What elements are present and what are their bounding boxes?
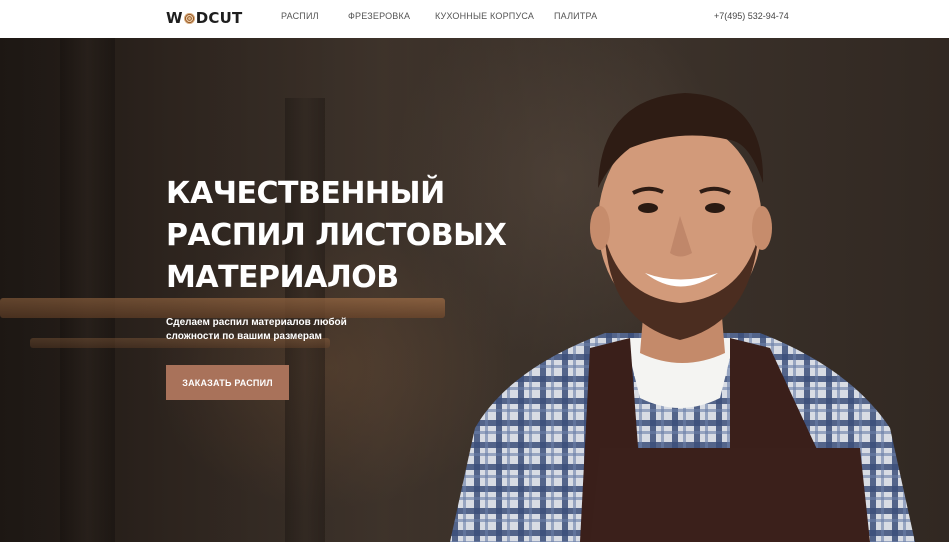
hero-headline: КАЧЕСТВЕННЫЙ РАСПИЛ ЛИСТОВЫХ МАТЕРИАЛОВ [166, 176, 507, 295]
hero-section: КАЧЕСТВЕННЫЙ РАСПИЛ ЛИСТОВЫХ МАТЕРИАЛОВ … [0, 38, 949, 542]
nav-link-kitchen-cabinets[interactable]: КУХОННЫЕ КОРПУСА [435, 11, 534, 21]
top-navbar: W DCUT РАСПИЛ ФРЕЗЕРОВКА КУХОННЫЕ КОРПУС… [0, 0, 949, 38]
nav-link-raspil[interactable]: РАСПИЛ [281, 11, 319, 21]
logo[interactable]: W DCUT [166, 8, 242, 28]
carpenter-photo [450, 93, 915, 542]
order-sawing-button[interactable]: ЗАКАЗАТЬ РАСПИЛ [166, 365, 289, 400]
logo-text-start: W [166, 9, 183, 27]
hero-subtitle: Сделаем распил материалов любой сложност… [166, 317, 347, 342]
nav-link-frezerovka[interactable]: ФРЕЗЕРОВКА [348, 11, 410, 21]
phone-number[interactable]: +7(495) 532-94-74 [714, 11, 789, 21]
logo-text-end: DCUT [195, 9, 243, 27]
nav-link-palette[interactable]: ПАЛИТРА [554, 11, 597, 21]
saw-blade-icon [183, 12, 195, 24]
